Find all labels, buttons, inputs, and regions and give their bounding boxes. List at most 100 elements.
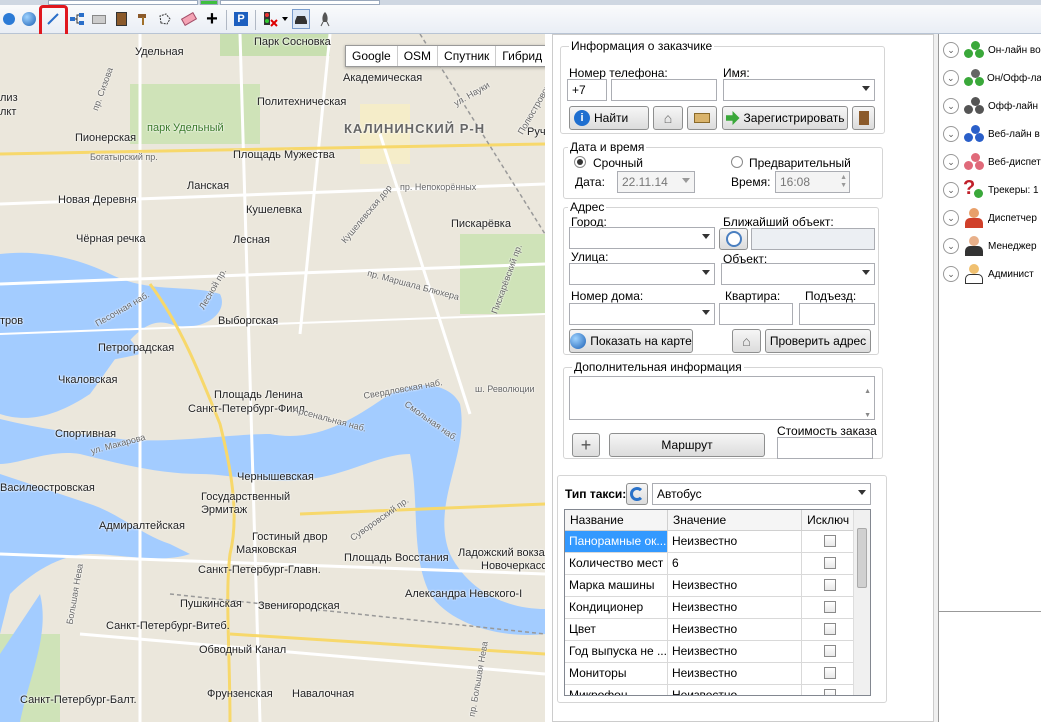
keyboard-icon[interactable]: [90, 9, 108, 29]
route-button[interactable]: Маршрут: [609, 433, 765, 457]
phone-prefix-field[interactable]: +7: [567, 79, 607, 101]
nearest-object-button[interactable]: [719, 228, 748, 250]
show-on-map-button[interactable]: Показать на карте: [569, 329, 693, 353]
map-type-osm[interactable]: OSM: [398, 46, 439, 66]
map-splitter[interactable]: [545, 34, 552, 722]
chevron-down-icon[interactable]: ⌄: [943, 70, 959, 86]
home-address-button[interactable]: ⌂: [732, 329, 761, 353]
extra-info-textarea[interactable]: ▲ ▼: [569, 376, 875, 420]
tree-icon[interactable]: [68, 9, 86, 29]
table-row[interactable]: Марка машины Неизвестно: [565, 574, 854, 597]
table-row[interactable]: Количество мест 6: [565, 552, 854, 575]
exclude-checkbox[interactable]: [823, 601, 836, 613]
users-group-row[interactable]: ⌄ Диспетчер: [939, 204, 1041, 232]
entrance-field[interactable]: [799, 303, 875, 325]
car-icon[interactable]: [292, 9, 310, 29]
register-button[interactable]: Зарегистрировать: [722, 106, 848, 130]
add-button[interactable]: +: [572, 433, 600, 457]
rocket-icon[interactable]: [316, 9, 334, 29]
users-group-row[interactable]: ⌄ Админист: [939, 260, 1041, 288]
scrollbar-thumb[interactable]: [857, 528, 867, 588]
phone-number-field[interactable]: [611, 79, 717, 101]
users-group-row[interactable]: ⌄ ? Трекеры: 1: [939, 176, 1041, 204]
users-group-row[interactable]: ⌄ Он/Офф-ла: [939, 64, 1041, 92]
window-tab-active[interactable]: [200, 0, 218, 5]
map-icon[interactable]: [0, 9, 18, 29]
extra-info-title: Дополнительная информация: [572, 360, 744, 374]
chevron-down-icon[interactable]: ⌄: [943, 42, 959, 58]
column-header-value[interactable]: Значение: [667, 510, 803, 531]
urgent-radio[interactable]: [574, 156, 586, 168]
object-select[interactable]: [721, 263, 875, 285]
order-cost-field[interactable]: [777, 437, 873, 459]
map-type-google[interactable]: Google: [346, 46, 398, 66]
check-address-button[interactable]: Проверить адрес: [765, 329, 871, 353]
name-select[interactable]: [723, 79, 875, 101]
chevron-down-icon[interactable]: [280, 9, 290, 29]
exclude-checkbox[interactable]: [823, 623, 836, 635]
users-group-row[interactable]: ⌄ Менеджер: [939, 232, 1041, 260]
users-group-row[interactable]: ⌄ Веб-диспет: [939, 148, 1041, 176]
column-header-exclude[interactable]: Исключ: [801, 510, 854, 531]
table-scrollbar[interactable]: [853, 510, 870, 695]
exclude-checkbox[interactable]: [823, 557, 836, 569]
lasso-icon[interactable]: [156, 9, 174, 29]
exclude-checkbox[interactable]: [823, 579, 836, 591]
map-label: Чёрная речка: [76, 233, 146, 245]
street-select[interactable]: [569, 263, 715, 285]
table-row[interactable]: Мониторы Неизвестно: [565, 662, 854, 685]
chevron-down-icon[interactable]: ⌄: [943, 154, 959, 170]
address-book-button[interactable]: [687, 106, 717, 130]
exclude-checkbox[interactable]: [823, 667, 836, 679]
exclude-checkbox[interactable]: [823, 645, 836, 657]
hammer-icon[interactable]: [134, 9, 152, 29]
users-group-row[interactable]: ⌄ Он-лайн во: [939, 36, 1041, 64]
traffic-light-icon[interactable]: [261, 9, 279, 29]
preliminary-radio[interactable]: [731, 156, 743, 168]
customer-book-button[interactable]: [852, 106, 875, 130]
house-number-select[interactable]: [569, 303, 715, 325]
date-field[interactable]: 22.11.14: [617, 171, 695, 193]
nearest-object-field[interactable]: [751, 228, 875, 250]
chevron-down-icon[interactable]: ⌄: [943, 98, 959, 114]
map-type-satellite[interactable]: Спутник: [438, 46, 497, 66]
parking-icon[interactable]: P: [232, 9, 250, 29]
online-users-icon: [963, 39, 985, 61]
apartment-field[interactable]: [719, 303, 793, 325]
refresh-button[interactable]: [626, 483, 648, 505]
textarea-scroll-icon[interactable]: ▲ ▼: [864, 380, 871, 428]
exclude-checkbox[interactable]: [823, 689, 836, 695]
map-view[interactable]: Google OSM Спутник Гибрид Парк Сосновка …: [0, 34, 545, 722]
table-row[interactable]: Год выпуска не ... Неизвестно: [565, 640, 854, 663]
window-tab-strip: [0, 0, 1041, 5]
users-group-label: Диспетчер: [988, 212, 1037, 224]
book-icon[interactable]: [112, 9, 130, 29]
chevron-down-icon[interactable]: ⌄: [943, 210, 959, 226]
spinner-icon[interactable]: ▲ ▼: [840, 174, 847, 190]
city-select[interactable]: [569, 227, 715, 249]
users-group-row[interactable]: ⌄ Офф-лайн: [939, 92, 1041, 120]
chevron-down-icon[interactable]: ⌄: [943, 126, 959, 142]
exclude-checkbox[interactable]: [823, 535, 836, 547]
plus-icon[interactable]: +: [203, 9, 221, 29]
time-field[interactable]: 16:08 ▲ ▼: [775, 171, 850, 193]
eraser-icon[interactable]: [180, 9, 198, 29]
table-row[interactable]: Кондиционер Неизвестно: [565, 596, 854, 619]
chevron-down-icon[interactable]: ⌄: [943, 266, 959, 282]
home-button[interactable]: ⌂: [653, 106, 683, 130]
table-row[interactable]: Цвет Неизвестно: [565, 618, 854, 641]
map-label: Руч: [527, 126, 545, 138]
window-tab[interactable]: [220, 0, 380, 5]
find-button[interactable]: i Найти: [569, 106, 649, 130]
chevron-down-icon[interactable]: ⌄: [943, 182, 959, 198]
users-group-row[interactable]: ⌄ Веб-лайн в: [939, 120, 1041, 148]
map-type-hybrid[interactable]: Гибрид: [496, 46, 545, 66]
window-tab[interactable]: [48, 0, 198, 5]
column-header-name[interactable]: Название: [565, 510, 668, 531]
table-row[interactable]: Микрофон Неизвестно: [565, 684, 854, 695]
table-row[interactable]: Панорамные ок... Неизвестно: [565, 530, 854, 553]
chevron-down-icon[interactable]: ⌄: [943, 238, 959, 254]
toolbar: + P: [0, 0, 1041, 38]
taxi-type-select[interactable]: Автобус: [652, 483, 871, 505]
globe-icon[interactable]: [20, 9, 38, 29]
